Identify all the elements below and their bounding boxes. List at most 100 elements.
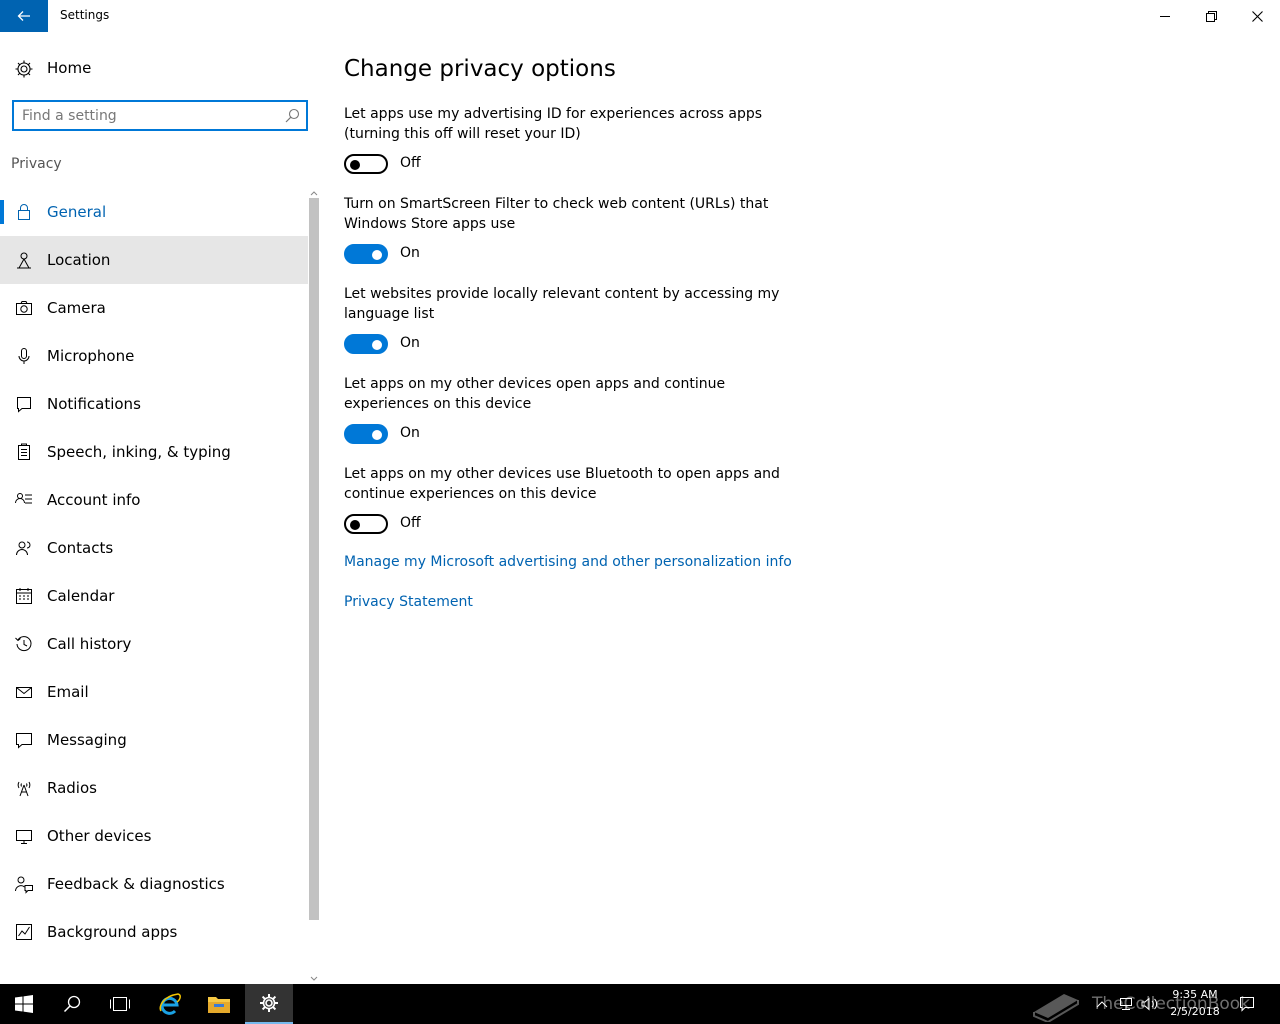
contacts-icon bbox=[16, 541, 31, 556]
windows-logo-icon bbox=[15, 995, 33, 1013]
language-list-toggle[interactable] bbox=[344, 334, 388, 354]
sidebar-item-label: Notifications bbox=[47, 395, 141, 413]
sidebar-item-camera[interactable]: Camera bbox=[0, 284, 308, 332]
search-box[interactable] bbox=[12, 100, 308, 131]
microphone-icon bbox=[18, 348, 30, 364]
option-description: Turn on SmartScreen Filter to check web … bbox=[344, 196, 769, 232]
restore-button[interactable] bbox=[1188, 0, 1234, 32]
file-explorer-button[interactable] bbox=[195, 984, 243, 1024]
sidebar-item-location[interactable]: Location bbox=[0, 236, 308, 284]
start-button[interactable] bbox=[0, 984, 48, 1024]
bluetooth-toggle[interactable] bbox=[344, 514, 388, 534]
speech-clipboard-icon bbox=[18, 443, 30, 460]
sidebar-item-calendar[interactable]: Calendar bbox=[0, 572, 308, 620]
search-taskbar-button[interactable] bbox=[48, 984, 96, 1024]
privacy-nav-list: General Location Camera Microphone Notif… bbox=[0, 188, 308, 956]
search-icon[interactable] bbox=[285, 108, 300, 123]
sidebar-item-account-info[interactable]: Account info bbox=[0, 476, 308, 524]
minimize-button[interactable] bbox=[1142, 0, 1188, 32]
show-hidden-icons-button[interactable] bbox=[1092, 984, 1112, 1024]
other-devices-toggle[interactable] bbox=[344, 424, 388, 444]
sidebar-item-label: Background apps bbox=[47, 923, 178, 941]
clock-time: 9:35 AM bbox=[1172, 988, 1218, 1001]
other-devices-icon bbox=[16, 830, 32, 844]
volume-tray-button[interactable] bbox=[1140, 984, 1160, 1024]
sidebar-item-contacts[interactable]: Contacts bbox=[0, 524, 308, 572]
action-center-icon bbox=[1240, 997, 1254, 1012]
sidebar-item-call-history[interactable]: Call history bbox=[0, 620, 308, 668]
option-description: Let apps on my other devices use Bluetoo… bbox=[344, 466, 780, 502]
calendar-icon bbox=[16, 588, 32, 604]
option-description: Let apps on my other devices open apps a… bbox=[344, 376, 726, 412]
page-title: Change privacy options bbox=[344, 56, 616, 82]
volume-icon bbox=[1141, 997, 1158, 1011]
sidebar-item-label: Calendar bbox=[47, 587, 115, 605]
sidebar-item-email[interactable]: Email bbox=[0, 668, 308, 716]
task-view-button[interactable] bbox=[96, 984, 144, 1024]
scroll-thumb[interactable] bbox=[309, 198, 319, 920]
privacy-statement-link[interactable]: Privacy Statement bbox=[344, 594, 473, 610]
scroll-up-arrow-icon[interactable] bbox=[310, 188, 318, 198]
gear-icon bbox=[260, 994, 278, 1012]
chevron-up-icon bbox=[1096, 1001, 1108, 1008]
search-icon bbox=[63, 995, 81, 1013]
gear-icon bbox=[15, 60, 33, 78]
sidebar-item-label: Radios bbox=[47, 779, 97, 797]
manage-advertising-link[interactable]: Manage my Microsoft advertising and othe… bbox=[344, 554, 792, 570]
back-button[interactable] bbox=[0, 0, 48, 32]
sidebar-item-other-devices[interactable]: Other devices bbox=[0, 812, 308, 860]
book-watermark-icon bbox=[1033, 994, 1079, 1022]
sidebar-item-label: Location bbox=[47, 251, 111, 269]
taskbar-clock[interactable]: 9:35 AM 2/5/2018 bbox=[1160, 986, 1230, 1022]
sidebar-item-speech[interactable]: Speech, inking, & typing bbox=[0, 428, 308, 476]
messaging-icon bbox=[16, 733, 32, 749]
location-icon bbox=[17, 252, 31, 269]
home-nav-item[interactable]: Home bbox=[0, 52, 308, 86]
sidebar-item-label: Messaging bbox=[47, 731, 127, 749]
clock-date: 2/5/2018 bbox=[1170, 1005, 1220, 1018]
sidebar-item-background-apps[interactable]: Background apps bbox=[0, 908, 308, 956]
option-bluetooth: Let apps on my other devices use Bluetoo… bbox=[344, 464, 804, 538]
advertising-id-toggle[interactable] bbox=[344, 154, 388, 174]
sidebar-item-general[interactable]: General bbox=[0, 188, 308, 236]
search-input[interactable] bbox=[22, 106, 272, 126]
restore-icon bbox=[1205, 10, 1217, 22]
sidebar-item-microphone[interactable]: Microphone bbox=[0, 332, 308, 380]
toggle-state-label: On bbox=[400, 425, 420, 441]
sidebar-item-label: Email bbox=[47, 683, 89, 701]
settings-taskbar-button[interactable] bbox=[245, 984, 293, 1024]
sidebar-item-label: Feedback & diagnostics bbox=[47, 875, 225, 893]
sidebar-item-notifications[interactable]: Notifications bbox=[0, 380, 308, 428]
network-tray-button[interactable] bbox=[1116, 984, 1136, 1024]
toggle-state-label: On bbox=[400, 335, 420, 351]
section-label: Privacy bbox=[11, 156, 62, 172]
option-advertising-id: Let apps use my advertising ID for exper… bbox=[344, 104, 804, 178]
nav-scrollbar[interactable] bbox=[308, 188, 320, 984]
close-icon bbox=[1251, 10, 1263, 22]
option-language-list: Let websites provide locally relevant co… bbox=[344, 284, 804, 358]
option-other-devices: Let apps on my other devices open apps a… bbox=[344, 374, 804, 448]
network-icon bbox=[1120, 998, 1132, 1010]
sidebar-item-radios[interactable]: Radios bbox=[0, 764, 308, 812]
lock-icon bbox=[18, 204, 30, 220]
sidebar-item-label: Call history bbox=[47, 635, 132, 653]
scroll-down-arrow-icon[interactable] bbox=[310, 974, 318, 984]
smartscreen-toggle[interactable] bbox=[344, 244, 388, 264]
action-center-button[interactable] bbox=[1236, 984, 1258, 1024]
radios-icon bbox=[17, 781, 31, 797]
camera-icon bbox=[16, 301, 32, 315]
sidebar-item-label: Microphone bbox=[47, 347, 135, 365]
account-info-icon bbox=[15, 493, 32, 504]
sidebar-item-label: Contacts bbox=[47, 539, 114, 557]
folder-icon bbox=[208, 997, 230, 1013]
close-button[interactable] bbox=[1234, 0, 1280, 32]
sidebar-item-feedback[interactable]: Feedback & diagnostics bbox=[0, 860, 308, 908]
sidebar-item-messaging[interactable]: Messaging bbox=[0, 716, 308, 764]
internet-explorer-button[interactable] bbox=[146, 984, 194, 1024]
toggle-state-label: Off bbox=[400, 515, 421, 531]
toggle-state-label: Off bbox=[400, 155, 421, 171]
sidebar-item-label: General bbox=[47, 203, 107, 221]
feedback-icon bbox=[15, 876, 33, 894]
option-description: Let apps use my advertising ID for exper… bbox=[344, 106, 763, 142]
notifications-icon bbox=[17, 397, 31, 413]
